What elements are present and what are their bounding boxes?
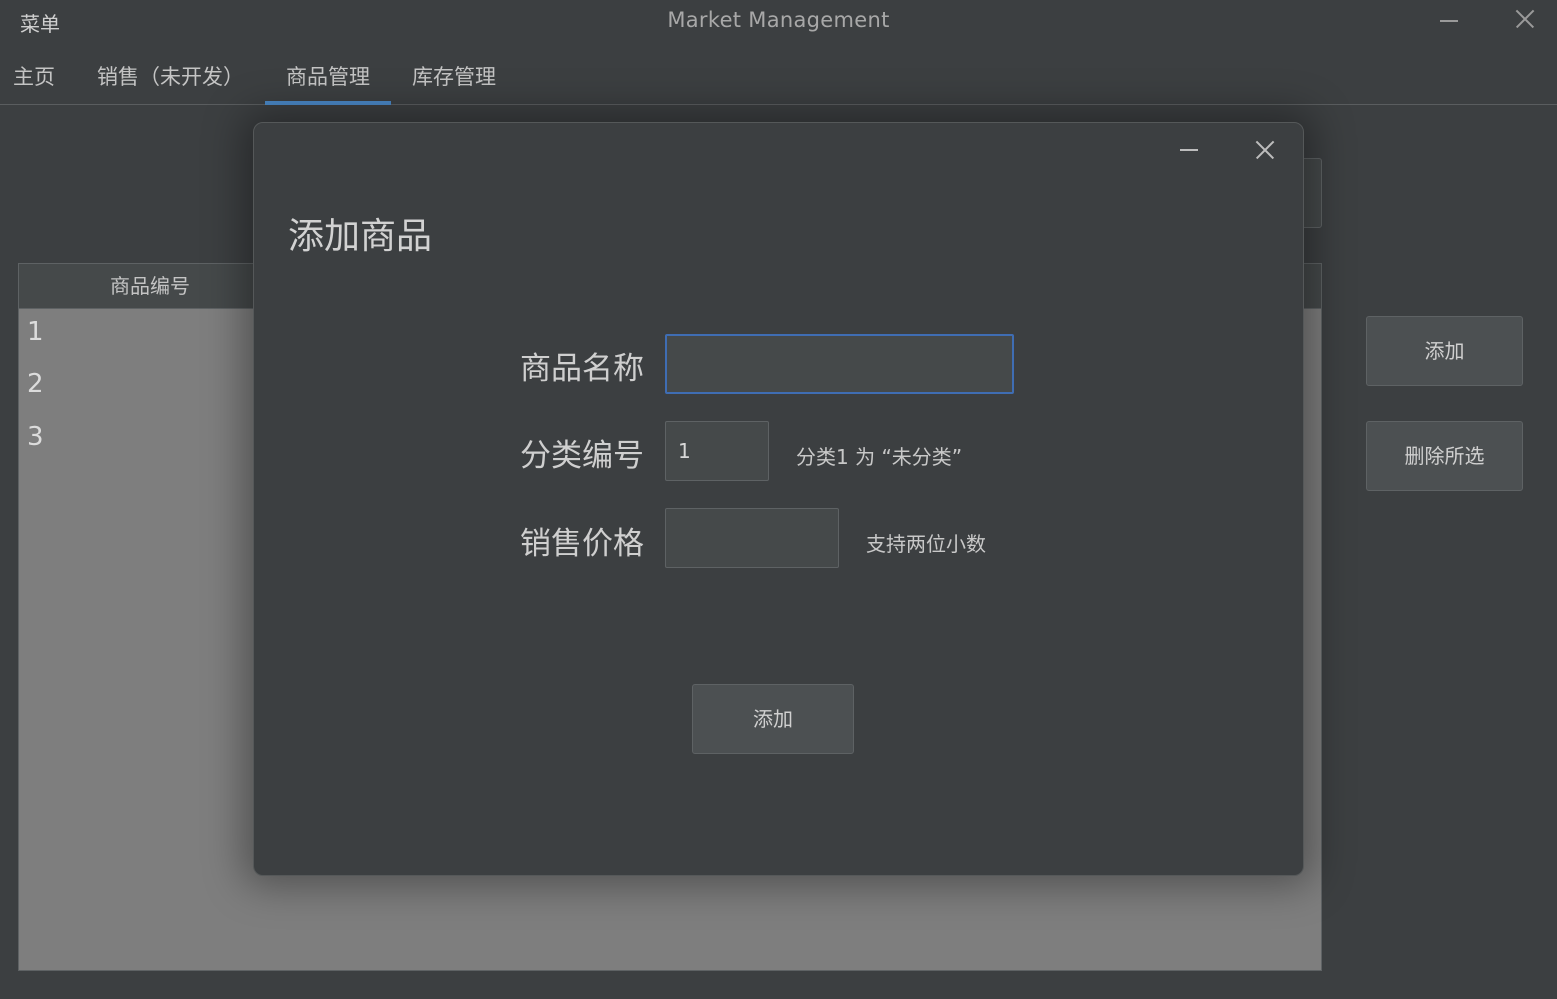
dialog-add-button[interactable]: 添加 bbox=[692, 684, 854, 754]
title-bar: 菜单 Market Management bbox=[0, 0, 1557, 44]
column-header-product-id[interactable]: 商品编号 bbox=[19, 264, 281, 308]
close-icon[interactable] bbox=[1512, 6, 1538, 32]
window-title: Market Management bbox=[667, 8, 890, 32]
delete-selected-button[interactable]: 删除所选 bbox=[1366, 421, 1523, 491]
tab-home[interactable]: 主页 bbox=[13, 50, 55, 104]
category-hint: 分类1 为 “未分类” bbox=[796, 445, 963, 469]
tab-inventory-management[interactable]: 库存管理 bbox=[412, 50, 496, 104]
table-row[interactable]: 2 bbox=[27, 369, 44, 399]
price-hint: 支持两位小数 bbox=[866, 532, 986, 556]
add-product-dialog: 添加商品 商品名称 分类编号 分类1 为 “未分类” 销售价格 支持两位小数 添… bbox=[253, 122, 1304, 876]
tab-product-management[interactable]: 商品管理 bbox=[265, 50, 391, 105]
product-name-input[interactable] bbox=[665, 334, 1014, 394]
minimize-icon[interactable] bbox=[1438, 6, 1460, 32]
tab-sales[interactable]: 销售（未开发） bbox=[97, 50, 244, 104]
product-name-label: 商品名称 bbox=[520, 351, 644, 387]
table-row[interactable]: 1 bbox=[27, 317, 44, 347]
sale-price-input[interactable] bbox=[665, 508, 839, 568]
tab-bar: 主页 销售（未开发） 商品管理 库存管理 bbox=[0, 50, 1557, 105]
app-window: 菜单 Market Management 主页 销售（未开发） 商品管理 库存管… bbox=[0, 0, 1557, 999]
dialog-title: 添加商品 bbox=[288, 216, 433, 257]
dialog-minimize-icon[interactable] bbox=[1179, 141, 1199, 161]
category-id-label: 分类编号 bbox=[520, 438, 644, 474]
add-button[interactable]: 添加 bbox=[1366, 316, 1523, 386]
table-row[interactable]: 3 bbox=[27, 422, 44, 452]
sale-price-label: 销售价格 bbox=[520, 526, 644, 562]
category-id-input[interactable] bbox=[665, 421, 769, 481]
dialog-close-icon[interactable] bbox=[1253, 138, 1277, 162]
